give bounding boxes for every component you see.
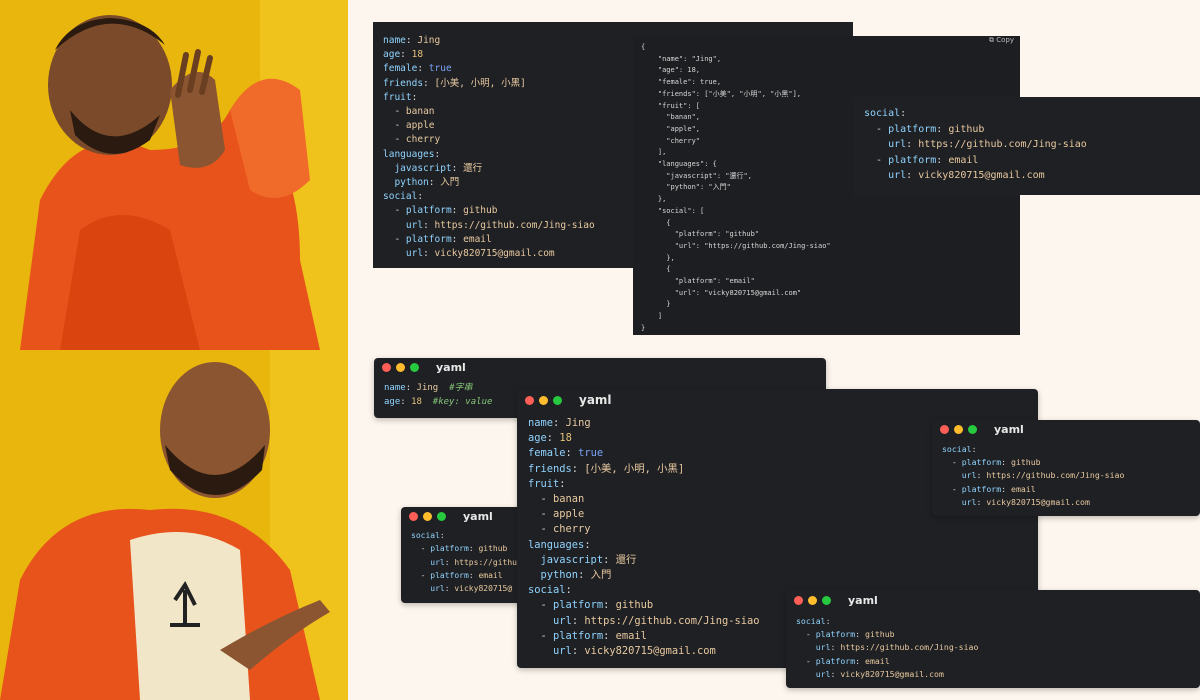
maximize-dot[interactable]: [968, 424, 977, 434]
copy-button[interactable]: ⧉ Copy: [989, 36, 1014, 45]
yaml-line: name: Jing: [383, 35, 441, 46]
window-title: yaml: [463, 509, 493, 523]
yaml-line: - banan: [540, 493, 585, 506]
yaml-line: url: https://github.com/Jing-siao: [553, 614, 760, 627]
yaml-line: name: Jing: [528, 417, 591, 429]
minimize-dot[interactable]: [539, 395, 548, 405]
maximize-dot[interactable]: [437, 511, 446, 521]
yaml-line: - platform: email: [394, 233, 492, 245]
social-code-top: social: - platform: github url: https://…: [864, 108, 1087, 182]
maximize-dot[interactable]: [822, 595, 831, 605]
yaml-line: social:: [528, 584, 572, 597]
yaml-line: age: 18: [528, 432, 572, 445]
yaml-line: fruit:: [383, 91, 418, 103]
yaml-line: - apple: [540, 508, 585, 521]
social-code-right: social: - platform: github url: https://…: [942, 444, 1125, 507]
yaml-line: languages:: [383, 148, 441, 160]
minimize-dot[interactable]: [954, 424, 963, 434]
window-titlebar: yaml: [932, 420, 1200, 438]
window-title: yaml: [579, 393, 612, 407]
close-dot[interactable]: [409, 511, 418, 521]
yaml-line: languages:: [528, 538, 591, 551]
yaml-line: python: 入門: [394, 177, 460, 189]
yaml-line: url: https://github.com/Jing-siao: [405, 219, 595, 231]
social-code-small: social: - platform: github url: https://…: [411, 531, 517, 594]
yaml-line: friends: [小美, 小明, 小黑]: [383, 77, 526, 89]
minimize-dot[interactable]: [808, 595, 817, 605]
yaml-line: - platform: email: [540, 629, 647, 642]
window-title: yaml: [994, 422, 1024, 436]
close-dot[interactable]: [525, 395, 534, 405]
yaml-line: python: 入門: [540, 569, 612, 582]
yaml-line: - cherry: [540, 523, 591, 536]
window-title: yaml: [848, 593, 878, 607]
yaml-line: javascript: 還行: [540, 553, 637, 566]
window-titlebar: yaml: [786, 590, 1200, 610]
close-dot[interactable]: [794, 595, 803, 605]
meme-photo-approve: [0, 350, 348, 700]
yaml-line: - platform: github: [540, 599, 654, 612]
yaml-line: url: vicky820715@gmail.com: [405, 248, 555, 260]
close-dot[interactable]: [382, 362, 391, 372]
yaml-social-window-bottom: yaml social: - platform: github url: htt…: [786, 590, 1200, 688]
minimize-dot[interactable]: [396, 362, 405, 372]
copy-icon: ⧉: [989, 36, 994, 44]
close-dot[interactable]: [940, 424, 949, 434]
minimize-dot[interactable]: [423, 511, 432, 521]
yaml-line: female: true: [528, 447, 604, 460]
window-titlebar: yaml: [517, 389, 1038, 411]
yaml-social-window-small: yaml social: - platform: github url: htt…: [401, 507, 531, 603]
social-code-bottom: social: - platform: github url: https://…: [796, 616, 979, 679]
yaml-line: - banan: [394, 106, 435, 118]
yaml-line: - apple: [394, 120, 435, 132]
yaml-social-window-right: yaml social: - platform: github url: htt…: [932, 420, 1200, 516]
yaml-line: javascript: 還行: [394, 162, 483, 174]
yaml-line: social:: [383, 191, 424, 203]
window-title: yaml: [436, 360, 466, 374]
meme-photo-disapprove: [0, 0, 348, 350]
yaml-line: friends: [小美, 小明, 小黑]: [528, 462, 685, 475]
maximize-dot[interactable]: [553, 395, 562, 405]
yaml-social-panel-top: social: - platform: github url: https://…: [853, 97, 1200, 195]
yaml-line: female: true: [383, 63, 452, 75]
maximize-dot[interactable]: [410, 362, 419, 372]
yaml-line: - cherry: [394, 134, 441, 146]
yaml-line: url: vicky820715@gmail.com: [553, 645, 716, 658]
yaml-line: age: 18: [383, 49, 424, 61]
window-titlebar: yaml: [401, 507, 531, 525]
yaml-line: fruit:: [528, 477, 566, 490]
copy-label: Copy: [996, 36, 1014, 44]
window-titlebar: yaml: [374, 358, 826, 376]
yaml-line: - platform: github: [394, 205, 498, 217]
